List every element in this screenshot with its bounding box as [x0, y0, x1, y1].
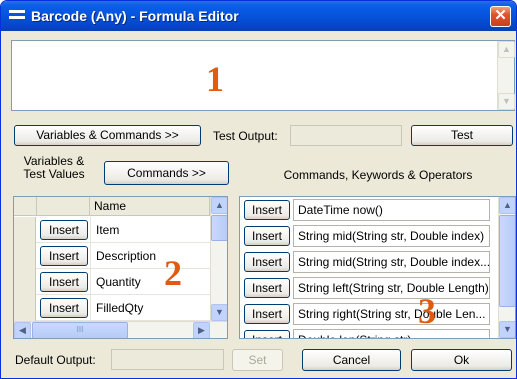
command-text[interactable]: String right(String str, Double Len... [293, 303, 490, 325]
insert-command-button[interactable]: Insert [244, 330, 290, 338]
variables-scroll-right-icon[interactable]: ▶ [193, 322, 210, 338]
command-text[interactable]: String mid(String str, Double index... [293, 251, 490, 273]
insert-filledqty-button[interactable]: Insert [40, 298, 88, 318]
annotation-number-1: 1 [206, 59, 224, 99]
commands-list: Insert DateTime now() Insert String mid(… [239, 196, 516, 339]
test-output-field [290, 125, 402, 146]
row-selector[interactable] [14, 217, 36, 243]
grid-header-selector [14, 197, 37, 216]
variable-name-cell[interactable]: Description [90, 243, 210, 269]
insert-command-button[interactable]: Insert [244, 278, 290, 298]
annotation-number-3: 3 [418, 291, 436, 331]
command-text[interactable]: String left(String str, Double Length) [293, 277, 490, 299]
editor-vertical-scrollbar[interactable]: ▲ ▼ [497, 41, 515, 110]
variables-scroll-left-icon[interactable]: ◀ [14, 322, 31, 338]
grid-header-insert [37, 197, 90, 216]
variable-name-cell[interactable]: Item [90, 217, 210, 243]
annotation-number-2: 2 [164, 253, 182, 293]
insert-quantity-button[interactable]: Insert [40, 272, 88, 292]
variable-row: Insert Item [14, 217, 210, 243]
row-selector[interactable] [14, 243, 36, 269]
ok-button[interactable]: Ok [411, 349, 512, 371]
variables-grid: Name Insert Item Insert Description Inse… [13, 196, 228, 339]
variable-name-cell[interactable]: FilledQty [90, 295, 210, 321]
commands-scroll-down-icon[interactable]: ▼ [499, 321, 515, 338]
row-selector[interactable] [14, 295, 36, 321]
variables-horizontal-scrollbar[interactable]: ◀ III ▶ [14, 321, 227, 338]
variables-scroll-thumb[interactable] [211, 215, 227, 241]
variables-scroll-up-icon[interactable]: ▲ [211, 197, 227, 214]
insert-command-button[interactable]: Insert [244, 200, 290, 220]
commands-scroll-up-icon[interactable]: ▲ [499, 197, 515, 214]
insert-command-button[interactable]: Insert [244, 226, 290, 246]
variables-scroll-down-icon[interactable]: ▼ [211, 304, 227, 321]
test-button[interactable]: Test [411, 125, 513, 146]
variables-test-values-heading: Variables & Test Values [23, 154, 85, 181]
set-button[interactable]: Set [232, 349, 283, 371]
commands-scroll-thumb[interactable] [499, 215, 515, 307]
grid-header: Name [14, 197, 210, 216]
cancel-button[interactable]: Cancel [302, 349, 401, 371]
insert-item-button[interactable]: Insert [40, 220, 88, 240]
test-output-label: Test Output: [213, 129, 278, 143]
editor-scroll-up-icon[interactable]: ▲ [498, 41, 515, 58]
command-text[interactable]: String mid(String str, Double index) [293, 225, 490, 247]
window-title: Barcode (Any) - Formula Editor [31, 8, 239, 24]
row-selector[interactable] [14, 269, 36, 295]
command-text[interactable]: Double len(String str) [293, 329, 490, 338]
editor-scroll-down-icon[interactable]: ▼ [498, 93, 515, 110]
insert-description-button[interactable]: Insert [40, 246, 88, 266]
command-text[interactable]: DateTime now() [293, 199, 490, 221]
default-output-label: Default Output: [15, 353, 96, 367]
window-menu-icon[interactable] [9, 10, 25, 20]
variables-commands-button[interactable]: Variables & Commands >> [14, 125, 201, 146]
commands-keywords-operators-heading: Commands, Keywords & Operators [283, 168, 473, 182]
commands-vertical-scrollbar[interactable]: ▲ ▼ [498, 197, 515, 338]
insert-command-button[interactable]: Insert [244, 304, 290, 324]
variables-hscroll-thumb[interactable]: III [32, 322, 128, 338]
formula-editor-window: Barcode (Any) - Formula Editor ✕ 1 ▲ ▼ V… [0, 0, 517, 379]
default-output-field [111, 349, 224, 370]
variable-name-cell[interactable]: Quantity [90, 269, 210, 295]
close-button[interactable]: ✕ [490, 6, 511, 27]
commands-button[interactable]: Commands >> [104, 161, 229, 185]
formula-textarea[interactable]: 1 ▲ ▼ [11, 40, 515, 111]
grid-header-name[interactable]: Name [90, 197, 210, 216]
variables-vertical-scrollbar[interactable]: ▲ ▼ [210, 197, 227, 321]
insert-command-button[interactable]: Insert [244, 252, 290, 272]
title-bar[interactable]: Barcode (Any) - Formula Editor ✕ [1, 1, 516, 31]
variable-row: Insert FilledQty [14, 295, 210, 321]
